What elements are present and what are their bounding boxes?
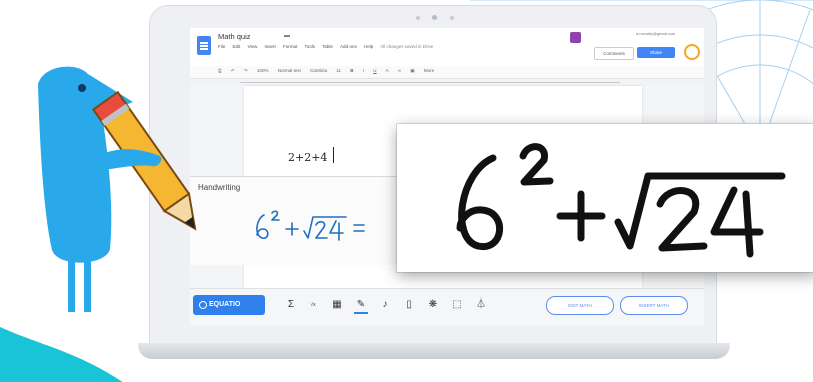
avatar[interactable] — [684, 44, 700, 60]
laptop-camera — [398, 14, 468, 22]
text-color-icon[interactable]: A — [386, 68, 389, 73]
graph-icon[interactable]: ▦ — [330, 298, 344, 312]
equatio-toolbar: EQUATIO Σ √x ▦ ✎ ♪ ▯ ❋ ⬚ ⏃ EDIT MATH INS… — [190, 288, 704, 326]
menu-tools[interactable]: Tools — [304, 44, 315, 49]
font-select[interactable]: Cambria — [310, 68, 327, 73]
menu-format[interactable]: Format — [283, 44, 297, 49]
bold-icon[interactable]: B — [350, 68, 353, 73]
user-email: a.mcnally@gmail.com — [636, 31, 676, 36]
equatio-mascot — [38, 66, 197, 312]
comments-button[interactable]: Comments — [594, 47, 634, 60]
zoomed-handwritten-formula — [456, 143, 786, 258]
undo-icon[interactable]: ↶ — [231, 68, 235, 73]
menu-help[interactable]: Help — [364, 44, 373, 49]
more-menu[interactable]: More — [424, 68, 434, 73]
docs-header: Math quiz ▬ File Edit View Insert Format… — [190, 28, 704, 67]
comment-icon[interactable]: ▣ — [410, 68, 414, 73]
latex-icon[interactable]: √x — [306, 298, 320, 312]
menu-view[interactable]: View — [248, 44, 258, 49]
addon-badge-icon[interactable] — [570, 32, 581, 43]
screenshot-reader-icon[interactable]: ⬚ — [450, 298, 464, 312]
speech-icon[interactable]: ♪ — [378, 298, 392, 312]
text-cursor — [333, 147, 334, 163]
formatting-toolbar: ⎙ ↶ ↷ 100% Normal text Cambria 11 B I U … — [190, 66, 704, 79]
mobile-icon[interactable]: ▯ — [402, 298, 416, 312]
italic-icon[interactable]: I — [363, 68, 364, 73]
handwritten-formula[interactable] — [250, 207, 400, 247]
laptop-base — [138, 343, 730, 359]
chemistry-flask-icon[interactable]: ⏃ — [474, 298, 488, 312]
menu-table[interactable]: Table — [322, 44, 333, 49]
share-button[interactable]: Share — [637, 47, 675, 58]
document-body-text[interactable]: 2+2+4 — [288, 151, 327, 164]
underline-icon[interactable]: U — [373, 68, 376, 73]
molecule-icon[interactable]: ❋ — [426, 298, 440, 312]
menu-insert[interactable]: Insert — [265, 44, 276, 49]
menu-addons[interactable]: Add-ons — [340, 44, 357, 49]
redo-icon[interactable]: ↷ — [244, 68, 248, 73]
folder-icon[interactable]: ▬ — [284, 33, 290, 39]
toolbar-items: ⎙ ↶ ↷ 100% Normal text Cambria 11 B I U … — [218, 68, 442, 74]
edit-math-button[interactable]: EDIT MATH — [546, 296, 614, 315]
menu-bar: File Edit View Insert Format Tools Table… — [218, 44, 439, 49]
link-icon[interactable]: ∞ — [398, 68, 401, 73]
save-status: All changes saved in Drive — [380, 44, 434, 49]
ruler-line — [240, 82, 620, 83]
zoom-select[interactable]: 100% — [257, 68, 269, 73]
menu-edit[interactable]: Edit — [233, 44, 241, 49]
ruler — [190, 79, 704, 86]
handwriting-icon[interactable]: ✎ — [354, 298, 368, 314]
font-size-select[interactable]: 11 — [336, 68, 341, 73]
document-title[interactable]: Math quiz — [218, 32, 251, 41]
math-editor-icon[interactable]: Σ — [284, 298, 298, 312]
insert-math-button[interactable]: INSERT MATH — [620, 296, 688, 315]
style-select[interactable]: Normal text — [278, 68, 301, 73]
